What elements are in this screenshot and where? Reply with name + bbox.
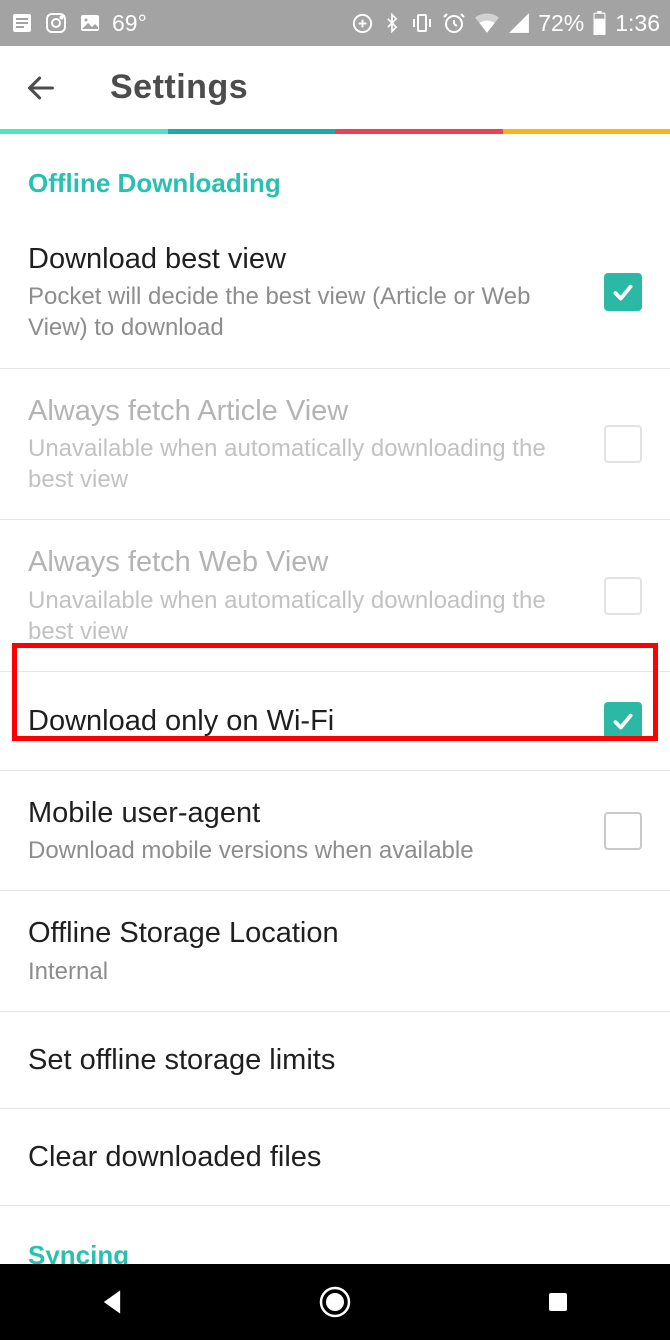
message-icon xyxy=(10,11,34,35)
row-title: Download only on Wi-Fi xyxy=(28,703,584,739)
wifi-icon xyxy=(474,12,500,34)
row-subtitle: Internal xyxy=(28,956,642,987)
temperature-text: 69° xyxy=(112,10,147,37)
back-button[interactable] xyxy=(24,71,58,105)
system-nav-bar xyxy=(0,1264,670,1340)
row-title: Always fetch Web View xyxy=(28,544,584,580)
row-title: Clear downloaded files xyxy=(28,1139,642,1175)
vibrate-icon xyxy=(410,11,434,35)
nav-home-button[interactable] xyxy=(295,1277,375,1327)
row-title: Download best view xyxy=(28,241,584,277)
alarm-icon xyxy=(442,11,466,35)
row-download-wifi-only[interactable]: Download only on Wi-Fi xyxy=(0,672,670,771)
instagram-icon xyxy=(44,11,68,35)
row-title: Offline Storage Location xyxy=(28,915,642,951)
row-always-article-view: Always fetch Article View Unavailable wh… xyxy=(0,369,670,521)
settings-list[interactable]: Offline Downloading Download best view P… xyxy=(0,134,670,1264)
row-always-web-view: Always fetch Web View Unavailable when a… xyxy=(0,520,670,672)
checkbox-always-article-view xyxy=(604,425,642,463)
row-subtitle: Unavailable when automatically downloadi… xyxy=(28,585,584,647)
app-header: Settings xyxy=(0,46,670,129)
row-title: Set offline storage limits xyxy=(28,1042,642,1078)
page-title: Settings xyxy=(110,68,248,107)
section-syncing: Syncing xyxy=(0,1206,670,1264)
image-icon xyxy=(78,11,102,35)
nav-recent-button[interactable] xyxy=(518,1277,598,1327)
row-subtitle: Unavailable when automatically downloadi… xyxy=(28,433,584,495)
clock-text: 1:36 xyxy=(615,10,660,37)
nav-back-button[interactable] xyxy=(72,1277,152,1327)
row-clear-downloaded-files[interactable]: Clear downloaded files xyxy=(0,1109,670,1206)
checkbox-mobile-user-agent[interactable] xyxy=(604,812,642,850)
checkbox-wifi-only[interactable] xyxy=(604,702,642,740)
row-download-best-view[interactable]: Download best view Pocket will decide th… xyxy=(0,217,670,369)
checkbox-always-web-view xyxy=(604,577,642,615)
row-subtitle: Pocket will decide the best view (Articl… xyxy=(28,281,584,343)
signal-icon xyxy=(508,12,530,34)
row-mobile-user-agent[interactable]: Mobile user-agent Download mobile versio… xyxy=(0,771,670,891)
row-subtitle: Download mobile versions when available xyxy=(28,835,584,866)
battery-icon xyxy=(592,11,607,35)
bluetooth-icon xyxy=(382,11,402,35)
row-title: Always fetch Article View xyxy=(28,393,584,429)
checkbox-download-best-view[interactable] xyxy=(604,273,642,311)
status-bar: 69° 72% 1:36 xyxy=(0,0,670,46)
section-offline-downloading: Offline Downloading xyxy=(0,134,670,217)
battery-text: 72% xyxy=(538,10,584,37)
row-title: Mobile user-agent xyxy=(28,795,584,831)
row-set-storage-limits[interactable]: Set offline storage limits xyxy=(0,1012,670,1109)
row-offline-storage-location[interactable]: Offline Storage Location Internal xyxy=(0,891,670,1011)
update-icon xyxy=(351,12,374,35)
